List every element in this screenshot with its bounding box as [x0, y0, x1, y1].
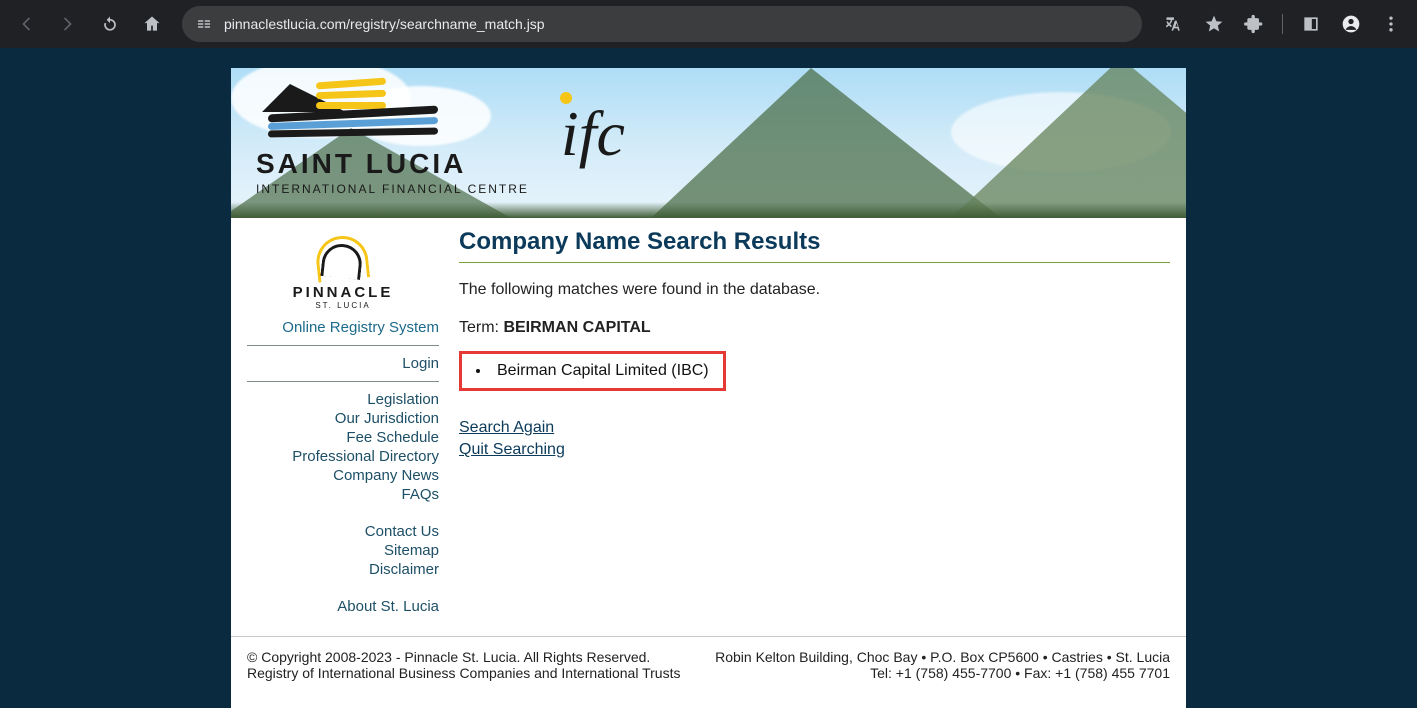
results-list: Beirman Capital Limited (IBC) [476, 362, 709, 380]
kebab-menu-icon[interactable] [1373, 6, 1409, 42]
decor-mountain [651, 68, 1001, 218]
sidebar-link-news[interactable]: Company News [247, 466, 439, 485]
sidebar-link-faqs[interactable]: FAQs [247, 485, 439, 504]
sidebar-group-info: Contact Us Sitemap Disclaimer [247, 522, 439, 579]
sidebar-divider [247, 345, 439, 346]
translate-icon[interactable] [1156, 6, 1192, 42]
results-intro: The following matches were found in the … [459, 281, 1170, 299]
decor-ground [231, 202, 1186, 218]
content-row: PINNACLE ST. LUCIA Online Registry Syste… [231, 218, 1186, 636]
main: Company Name Search Results The followin… [459, 228, 1170, 616]
term-label: Term: [459, 319, 503, 336]
sidebar-divider [247, 381, 439, 382]
page: SAINT LUCIA INTERNATIONAL FINANCIAL CENT… [231, 68, 1186, 708]
sidebar-logo: PINNACLE ST. LUCIA [247, 234, 439, 310]
pinnacle-name: PINNACLE [293, 284, 394, 301]
sidebar-link-directory[interactable]: Professional Directory [247, 447, 439, 466]
brand-left: SAINT LUCIA INTERNATIONAL FINANCIAL CENT… [256, 78, 529, 196]
home-icon[interactable] [134, 6, 170, 42]
forward-icon[interactable] [50, 6, 86, 42]
bookmark-star-icon[interactable] [1196, 6, 1232, 42]
toolbar-separator [1282, 14, 1283, 34]
logo-icon [256, 84, 446, 142]
sidebar-link-login[interactable]: Login [247, 354, 439, 373]
brand-subtitle: INTERNATIONAL FINANCIAL CENTRE [256, 182, 529, 196]
browser-chrome: pinnaclestlucia.com/registry/searchname_… [0, 0, 1417, 48]
result-actions: Search Again Quit Searching [459, 417, 1170, 462]
profile-avatar-icon[interactable] [1333, 6, 1369, 42]
sidebar-link-legislation[interactable]: Legislation [247, 390, 439, 409]
ifc-text: ifc [561, 98, 625, 169]
reload-icon[interactable] [92, 6, 128, 42]
url-text: pinnaclestlucia.com/registry/searchname_… [224, 16, 1130, 32]
extensions-icon[interactable] [1236, 6, 1272, 42]
search-again-link[interactable]: Search Again [459, 417, 1170, 439]
sidebar-group-main: Legislation Our Jurisdiction Fee Schedul… [247, 390, 439, 504]
ifc-dot-icon [560, 92, 572, 104]
sidebar: PINNACLE ST. LUCIA Online Registry Syste… [247, 228, 439, 616]
footer-registry: Registry of International Business Compa… [247, 665, 680, 681]
result-highlight-box: Beirman Capital Limited (IBC) [459, 351, 726, 391]
footer-address: Robin Kelton Building, Choc Bay • P.O. B… [715, 649, 1170, 665]
page-title: Company Name Search Results [459, 228, 1170, 263]
sidebar-link-disclaimer[interactable]: Disclaimer [247, 560, 439, 579]
toolbar-right [1148, 6, 1409, 42]
pinnacle-mark-icon [308, 234, 378, 282]
decor-mountain [951, 68, 1186, 218]
footer: © Copyright 2008-2023 - Pinnacle St. Luc… [231, 636, 1186, 697]
site-info-icon[interactable] [194, 14, 214, 34]
term-value: BEIRMAN CAPITAL [503, 319, 650, 336]
footer-left: © Copyright 2008-2023 - Pinnacle St. Luc… [247, 649, 680, 681]
footer-right: Robin Kelton Building, Choc Bay • P.O. B… [715, 649, 1170, 681]
brand-title: SAINT LUCIA [256, 148, 529, 180]
quit-searching-link[interactable]: Quit Searching [459, 439, 1170, 461]
sidebar-link-contact[interactable]: Contact Us [247, 522, 439, 541]
footer-contact: Tel: +1 (758) 455-7700 • Fax: +1 (758) 4… [715, 665, 1170, 681]
sidebar-group-about: About St. Lucia [247, 597, 439, 616]
sidebar-link-jurisdiction[interactable]: Our Jurisdiction [247, 409, 439, 428]
sidebar-system-title: Online Registry System [247, 318, 439, 337]
sidebar-link-about[interactable]: About St. Lucia [247, 597, 439, 616]
sidebar-link-sitemap[interactable]: Sitemap [247, 541, 439, 560]
header-banner: SAINT LUCIA INTERNATIONAL FINANCIAL CENT… [231, 68, 1186, 218]
footer-copyright: © Copyright 2008-2023 - Pinnacle St. Luc… [247, 649, 680, 665]
address-bar[interactable]: pinnaclestlucia.com/registry/searchname_… [182, 6, 1142, 42]
back-icon[interactable] [8, 6, 44, 42]
term-line: Term: BEIRMAN CAPITAL [459, 319, 1170, 337]
sidepanel-icon[interactable] [1293, 6, 1329, 42]
page-canvas: SAINT LUCIA INTERNATIONAL FINANCIAL CENT… [0, 48, 1417, 708]
pinnacle-sub: ST. LUCIA [315, 301, 370, 310]
sidebar-link-fee-schedule[interactable]: Fee Schedule [247, 428, 439, 447]
ifc-logo: ifc [561, 78, 625, 166]
result-item: Beirman Capital Limited (IBC) [476, 362, 709, 380]
brand-block: SAINT LUCIA INTERNATIONAL FINANCIAL CENT… [256, 78, 625, 196]
